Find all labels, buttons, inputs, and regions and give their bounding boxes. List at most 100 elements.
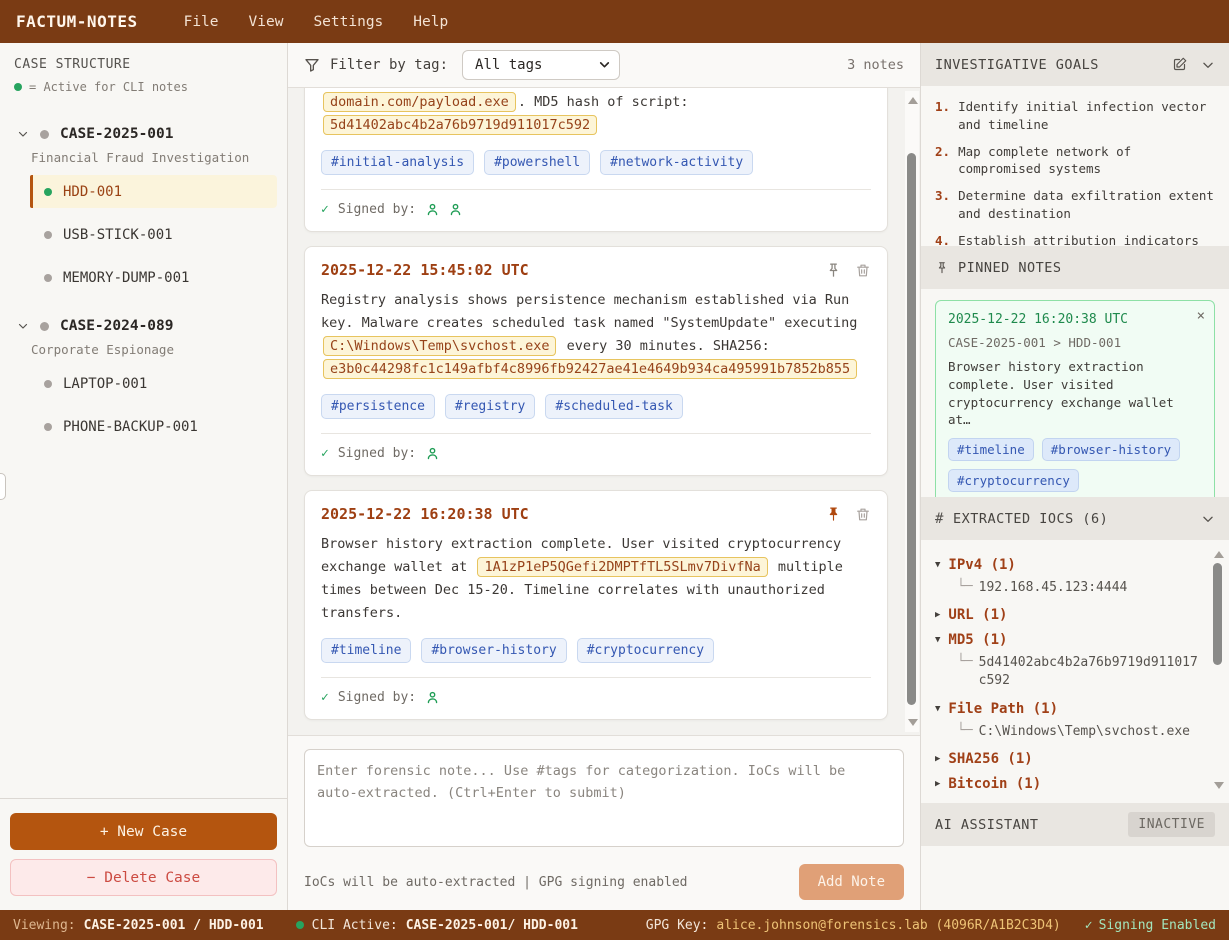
composer-hint: IoCs will be auto-extracted | GPG signin… [304,875,688,890]
tag-chip[interactable]: #persistence [321,394,435,419]
ioc-category-ipv4[interactable]: IPv4 (1) [935,557,1199,573]
case-row-2024-089[interactable]: CASE-2024-089 [0,312,287,340]
menu-item-settings[interactable]: Settings [313,14,383,30]
scroll-up-arrow[interactable] [908,97,918,104]
edit-icon[interactable] [1172,57,1187,72]
note-text: Registry analysis shows persistence mech… [321,292,857,331]
filter-funnel-icon [304,57,320,73]
new-case-button[interactable]: + New Case [10,813,277,850]
note-actions [825,506,871,523]
signer-icons [425,446,440,461]
ioc-chip[interactable]: 1A1zP1eP5QGefi2DMPTfTL5SLmv7DivfNa [477,557,767,577]
iocs-tree: IPv4 (1) 192.168.45.123:4444 URL (1) MD5… [921,540,1229,803]
scroll-down-arrow[interactable] [1214,782,1224,789]
note-composer: IoCs will be auto-extracted | GPG signin… [288,735,920,910]
tag-chip[interactable]: #initial-analysis [321,150,474,175]
tree-branch-icon [957,654,973,690]
triangle-right-icon [935,779,940,789]
ioc-chip[interactable]: domain.com/payload.exe [323,92,516,112]
note-card: 2025-12-22 15:45:02 UTC Registry analysi… [304,246,888,476]
note-tags: #initial-analysis #powershell #network-act… [321,150,871,175]
goal-item: 3.Determine data exfiltration extent and… [935,187,1217,223]
evidence-dot [44,274,52,282]
ioc-entry[interactable]: 192.168.45.123:4444 [935,579,1199,597]
ioc-chip[interactable]: C:\Windows\Temp\svchost.exe [323,336,556,356]
evidence-item-usb-stick-001[interactable]: USB-STICK-001 [30,218,287,251]
pinned-timestamp: 2025-12-22 16:20:38 UTC [948,312,1202,327]
ioc-category-url[interactable]: URL (1) [935,607,1199,623]
goal-number: 2. [935,143,950,179]
menu-item-view[interactable]: View [249,14,284,30]
trash-icon[interactable] [855,506,871,523]
chevron-down-icon[interactable] [1201,58,1215,72]
ioc-entry[interactable]: 5d41402abc4b2a76b9719d911017c592 [935,654,1199,690]
check-icon [321,202,329,217]
pinned-notes-body: × 2025-12-22 16:20:38 UTC CASE-2025-001 … [921,289,1229,497]
scrollbar-thumb[interactable] [907,153,916,705]
tag-filter-select[interactable]: All tags [462,50,620,80]
scroll-down-arrow[interactable] [908,719,918,726]
chevron-down-icon [17,128,29,140]
notes-scrollbar[interactable] [905,91,919,732]
scrollbar-thumb[interactable] [1213,563,1222,665]
iocs-scrollbar[interactable] [1211,545,1224,795]
note-tags: #timeline #browser-history #cryptocurrency [321,638,871,663]
close-icon[interactable]: × [1197,308,1205,324]
case-status-dot [40,322,49,331]
right-sidebar: INVESTIGATIVE GOALS 1.Identify initial i… [920,43,1229,910]
tag-chip[interactable]: #cryptocurrency [577,638,714,663]
ioc-category-file-path[interactable]: File Path (1) [935,701,1199,717]
evidence-label: USB-STICK-001 [63,227,173,243]
ioc-entry[interactable]: C:\Windows\Temp\svchost.exe [935,723,1199,741]
signer-icons [425,690,440,705]
ioc-category-sha256[interactable]: SHA256 (1) [935,751,1199,767]
evidence-item-memory-dump-001[interactable]: MEMORY-DUMP-001 [30,261,287,294]
tag-chip[interactable]: #browser-history [421,638,566,663]
scroll-up-arrow[interactable] [1214,551,1224,558]
tag-chip[interactable]: #browser-history [1042,438,1180,461]
tag-chip[interactable]: #registry [445,394,535,419]
goal-text: Identify initial infection vector and ti… [958,98,1217,134]
composer-footer: IoCs will be auto-extracted | GPG signin… [304,864,904,900]
signer-person-icon [448,202,463,217]
ioc-chip[interactable]: 5d41402abc4b2a76b9719d911017c592 [323,115,597,135]
sidebar-scroll-handle[interactable] [0,473,6,500]
evidence-item-laptop-001[interactable]: LAPTOP-001 [30,367,287,400]
note-input[interactable] [304,749,904,847]
app-title: FACTUM-NOTES [16,12,138,31]
evidence-item-hdd-001[interactable]: HDD-001 [30,175,277,208]
tag-chip[interactable]: #timeline [948,438,1034,461]
pin-icon[interactable] [825,262,842,279]
delete-case-button[interactable]: − Delete Case [10,859,277,896]
note-text: every 30 minutes. SHA256: [558,338,769,354]
cli-active-dot [296,921,304,929]
trash-icon[interactable] [855,262,871,279]
menu-item-help[interactable]: Help [413,14,448,30]
goals-header-actions [1172,57,1215,72]
pin-icon [935,261,949,275]
tag-chip[interactable]: #powershell [484,150,590,175]
case-row-2025-001[interactable]: CASE-2025-001 [0,120,287,148]
triangle-right-icon [935,754,940,764]
ioc-chip[interactable]: e3b0c44298fc1c149afbf4c8996fb92427ae41e4… [323,359,857,379]
add-note-button[interactable]: Add Note [799,864,904,900]
status-bar-right: GPG Key: alice.johnson@forensics.lab (40… [646,918,1216,933]
goal-number: 3. [935,187,950,223]
tag-chip[interactable]: #timeline [321,638,411,663]
signed-by-label: Signed by: [338,446,416,461]
evidence-item-phone-backup-001[interactable]: PHONE-BACKUP-001 [30,410,287,443]
tag-chip[interactable]: #network-activity [600,150,753,175]
chevron-down-icon[interactable] [1201,512,1215,526]
gpg-key-label: GPG Key: [646,918,709,933]
menu-item-file[interactable]: File [184,14,219,30]
triangle-down-icon [935,704,940,714]
check-icon [321,690,329,705]
active-dot-icon [14,83,22,91]
tag-chip[interactable]: #cryptocurrency [948,469,1079,492]
tag-chip[interactable]: #scheduled-task [545,394,682,419]
ioc-category-bitcoin[interactable]: Bitcoin (1) [935,776,1199,792]
pinned-note-card[interactable]: × 2025-12-22 16:20:38 UTC CASE-2025-001 … [935,300,1215,497]
signer-person-icon [425,446,440,461]
pin-filled-icon[interactable] [825,506,842,523]
ioc-category-md5[interactable]: MD5 (1) [935,632,1199,648]
